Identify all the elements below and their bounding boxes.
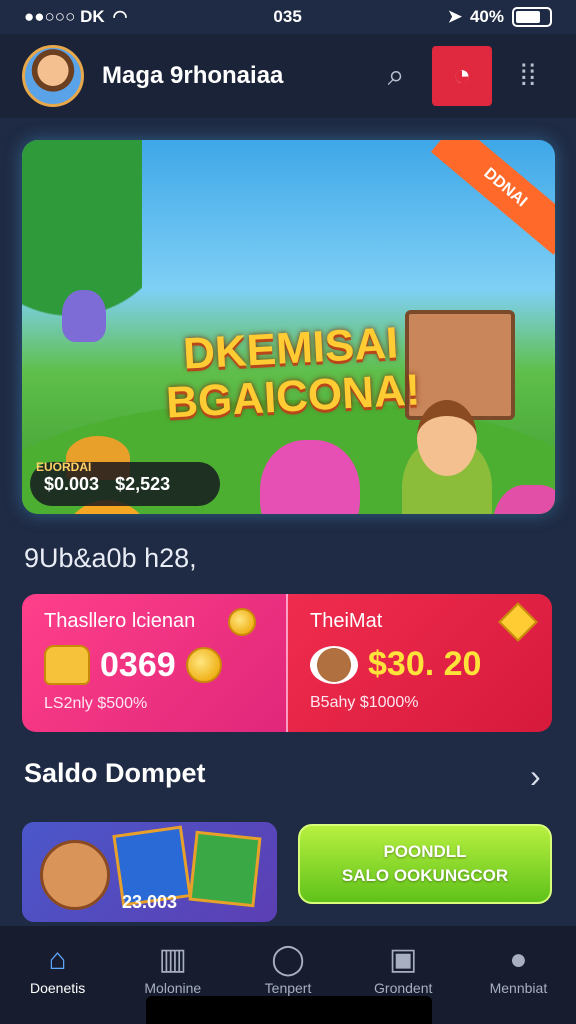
person-icon: ●	[509, 943, 528, 976]
wifi-icon: ◠	[112, 7, 128, 26]
search-icon: ⌕	[387, 59, 405, 92]
nav-item-home[interactable]: ⌂ Doenetis	[0, 926, 115, 1024]
home-indicator	[146, 996, 432, 1024]
wallet-icon: ▣	[389, 943, 418, 976]
food-bowl-icon	[310, 645, 358, 684]
stat-card-right[interactable]: TheiMat $30. 20 B5ahy $1000%	[288, 594, 552, 732]
boy-character	[402, 400, 492, 514]
banner-title: DKEMISAI BGAICONA!	[140, 317, 445, 429]
bear-character	[40, 840, 110, 910]
more-button[interactable]: ⁞⁞	[502, 50, 554, 102]
app-title: Maga 9rhonaiaa	[102, 62, 284, 89]
stat-left-sub: LS2nly $500%	[44, 695, 148, 712]
wallet-card-value: 23.003	[122, 892, 178, 912]
grid-icon: ▥	[158, 943, 187, 976]
home-icon: ⌂	[48, 943, 67, 976]
ghost-character	[62, 290, 106, 342]
hand-coin-icon	[44, 645, 90, 685]
stat-right-sub: B5ahy $1000%	[310, 694, 419, 711]
action-button-top-label: POONDLL	[383, 842, 467, 861]
notification-icon: ◔	[452, 59, 472, 92]
status-bar: ●●○○○ DK ◠ 035 ➤ 40%	[0, 0, 576, 34]
search-button[interactable]: ⌕	[370, 50, 422, 102]
nav-label: Grondent	[374, 980, 433, 996]
corner-ribbon: DDNAI	[430, 140, 555, 255]
cube-icon	[498, 602, 538, 642]
carrier-label: ●●○○○ DK	[24, 7, 105, 26]
stats-card: Thasllero lcienan 0369 LS2nly $500% Thei…	[22, 594, 552, 732]
clock: 035	[273, 7, 302, 26]
stat-left-value: 0369	[100, 645, 176, 684]
status-right: ➤ 40%	[448, 7, 552, 27]
nav-label: Tenpert	[264, 980, 312, 996]
prize-value-1: $0.003	[44, 473, 100, 494]
prize-label: EUORDAI	[36, 460, 92, 474]
action-button-bottom-label: SALO OOKUNGCOR	[341, 866, 509, 885]
status-left: ●●○○○ DK ◠	[24, 7, 127, 27]
wallet-card[interactable]: 23.003	[22, 822, 277, 922]
battery-icon	[512, 7, 552, 27]
nav-label: Mennbiat	[489, 980, 548, 996]
nav-item-profile[interactable]: ● Mennbiat	[461, 926, 576, 1024]
stat-right-value: $30. 20	[368, 645, 482, 683]
wallet-title: Saldo Dompet	[24, 758, 206, 788]
location-icon: ➤	[447, 7, 462, 26]
notification-button[interactable]: ◔	[432, 46, 492, 106]
wallet-action-button[interactable]: POONDLL SALO OOKUNGCOR	[298, 824, 552, 904]
stat-card-left[interactable]: Thasllero lcienan 0369 LS2nly $500%	[22, 594, 288, 732]
app-header: Maga 9rhonaiaa ⌕ ◔ ⁞⁞	[0, 34, 576, 118]
coin-icon	[185, 647, 222, 683]
check-circle-icon: ◯	[271, 943, 305, 976]
coin-icon	[228, 608, 256, 636]
chevron-right-icon[interactable]: ›	[530, 758, 541, 795]
promo-banner[interactable]: DKEMISAI BGAICONA! DDNAI	[22, 140, 555, 514]
stat-left-main: 0369	[44, 645, 264, 685]
battery-label: 40%	[469, 7, 504, 26]
nav-label: Molonine	[144, 980, 202, 996]
stat-right-main: $30. 20	[310, 645, 530, 684]
nav-label: Doenetis	[29, 980, 86, 996]
card-icon	[188, 830, 262, 908]
avatar[interactable]	[22, 45, 84, 107]
section-label: 9Ub&a0b h28,	[24, 543, 197, 573]
prize-value-2: $2,523	[115, 473, 171, 494]
more-dots-icon: ⁞⁞	[519, 59, 537, 92]
